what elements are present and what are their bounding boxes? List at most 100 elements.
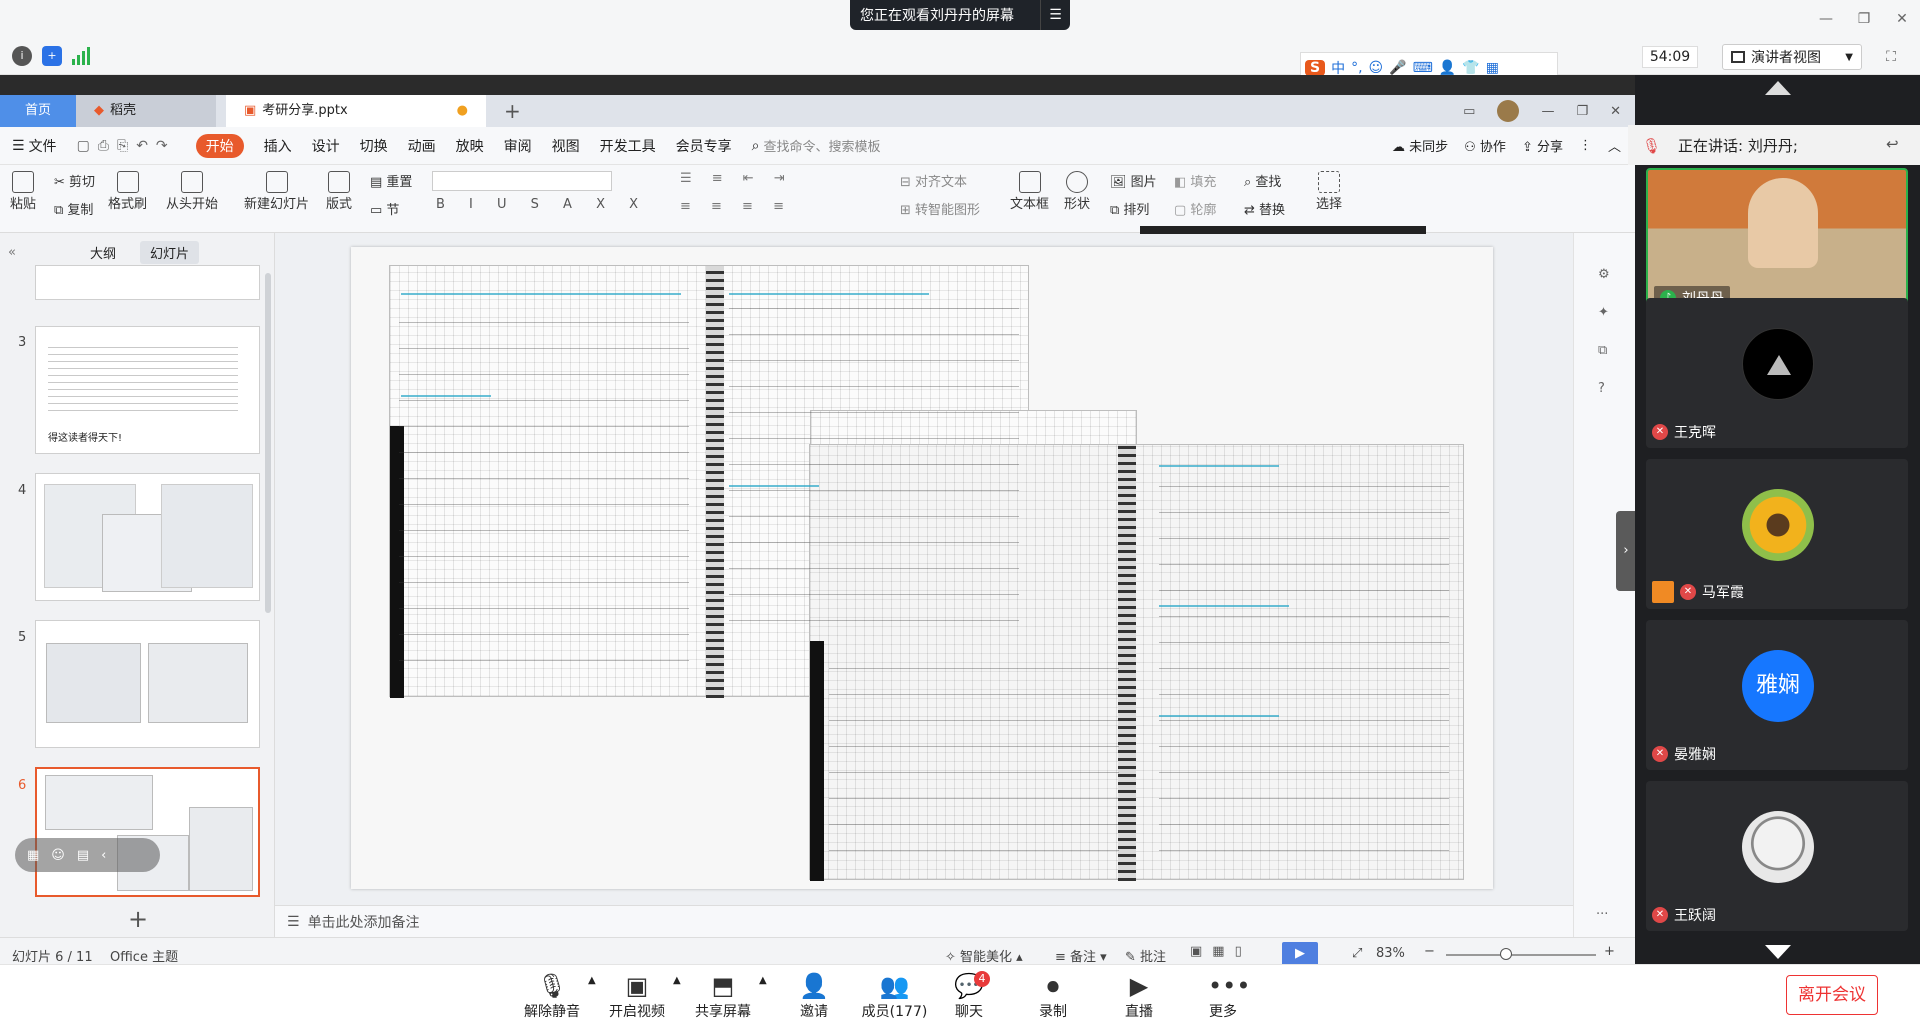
chat-button[interactable]: 💬 聊天 (934, 973, 1004, 1021)
menu-review[interactable]: 审阅 (504, 136, 532, 156)
font-style-buttons[interactable]: B I U S A X X (436, 197, 648, 212)
members-button[interactable]: 👥 成员(177) (857, 973, 932, 1021)
tab-document[interactable]: ▣ 考研分享.pptx ● (226, 95, 486, 127)
pin-icon[interactable]: ✦ (1598, 305, 1609, 320)
tab-daoke[interactable]: ◆ 稻壳 (76, 95, 216, 127)
menu-transition[interactable]: 切换 (360, 136, 388, 156)
shape-button[interactable]: 形状 (1064, 171, 1090, 212)
menu-developer[interactable]: 开发工具 (600, 136, 656, 156)
sync-status[interactable]: ☁ 未同步 (1392, 136, 1448, 155)
return-icon[interactable]: ↩ (1886, 135, 1899, 153)
slide-thumbnail-5[interactable] (35, 620, 260, 748)
text-box-button[interactable]: 文本框 (1010, 171, 1049, 212)
more-icon[interactable]: ··· (1596, 907, 1608, 922)
emoji-icon[interactable]: ☺ (1369, 60, 1384, 76)
live-button[interactable]: ▶ 直播 (1104, 973, 1174, 1021)
slide-thumbnail-3[interactable]: 得这读者得天下! (35, 326, 260, 454)
tab-home[interactable]: 首页 (0, 95, 76, 127)
find-button[interactable]: ⌕ 查找 (1244, 171, 1281, 190)
from-start-button[interactable]: 从头开始 (166, 171, 218, 212)
fill-button[interactable]: ◧ 填充 (1174, 171, 1216, 190)
panel-scrollbar[interactable] (265, 273, 271, 613)
menu-member[interactable]: 会员专享 (676, 136, 732, 156)
to-smartart-button[interactable]: ⊞ 转智能图形 (900, 199, 980, 218)
record-button[interactable]: ⏺ 录制 (1018, 973, 1088, 1021)
fit-icon[interactable]: ⤢ (1352, 946, 1362, 961)
menu-design[interactable]: 设计 (312, 136, 340, 156)
fullscreen-icon[interactable]: ⛶ (1880, 46, 1902, 68)
picture-button[interactable]: 🖼 图片 (1110, 171, 1157, 190)
paste-button[interactable]: 粘贴 (10, 171, 36, 212)
menu-start[interactable]: 开始 (195, 133, 244, 158)
menu-slideshow[interactable]: 放映 (456, 136, 484, 156)
tab-outline[interactable]: 大纲 (80, 241, 126, 264)
search-command[interactable]: ⌕ 查找命令、搜索模板 (752, 136, 881, 156)
chat-icon[interactable]: ▤ (77, 848, 89, 863)
collab-button[interactable]: ⚇ 协作 (1464, 136, 1506, 155)
minimize-icon[interactable]: — (1815, 8, 1837, 30)
menu-view[interactable]: 视图 (552, 136, 580, 156)
add-slide-button[interactable]: + (128, 905, 148, 933)
select-button[interactable]: 选择 (1316, 171, 1342, 212)
info-icon[interactable]: i (12, 46, 32, 66)
share-options-icon[interactable]: ▲ (759, 975, 767, 986)
replace-button[interactable]: ⇄ 替换 (1244, 199, 1285, 218)
cut-button[interactable]: ✂ 剪切 (54, 171, 95, 190)
new-tab-icon[interactable]: + (504, 99, 521, 123)
ime-punct[interactable]: °, (1351, 60, 1362, 76)
banner-menu-icon[interactable]: ☰ (1040, 0, 1070, 30)
wps-minimize-icon[interactable]: — (1541, 104, 1554, 119)
zoom-out-icon[interactable]: − (1424, 944, 1435, 959)
share-screen-button[interactable]: ⬒ 共享屏幕 (688, 973, 758, 1021)
play-slideshow-button[interactable]: ▶ (1282, 942, 1318, 966)
layout-button[interactable]: 版式 (326, 171, 352, 212)
wps-close-icon[interactable]: ✕ (1610, 104, 1621, 119)
copy-button[interactable]: ⧉ 复制 (54, 199, 93, 218)
tablet-icon[interactable]: ▭ (1463, 104, 1475, 119)
current-slide[interactable] (351, 247, 1493, 889)
menu-animation[interactable]: 动画 (408, 136, 436, 156)
mute-options-icon[interactable]: ▲ (588, 975, 596, 986)
shield-icon[interactable]: + (42, 46, 62, 66)
menu-insert[interactable]: 插入 (264, 136, 292, 156)
participant-tile-2[interactable]: ✕ 王克晖 (1646, 298, 1908, 448)
wps-restore-icon[interactable]: ❐ (1576, 104, 1588, 119)
grid-icon[interactable]: ▦ (1486, 60, 1499, 76)
zoom-level[interactable]: 83% (1376, 946, 1405, 961)
beautify-button[interactable]: ✧ 智能美化 ▴ (945, 946, 1023, 965)
user-icon[interactable]: 👤 (1439, 60, 1456, 76)
share-button[interactable]: ⇪ 分享 (1522, 136, 1563, 155)
start-video-button[interactable]: ▣ 开启视频 (602, 973, 672, 1021)
format-painter-button[interactable]: 格式刷 (108, 171, 147, 212)
font-family-select[interactable] (432, 171, 612, 191)
slide-thumbnail-2[interactable] (35, 265, 260, 300)
chevron-left-icon[interactable]: ‹ (101, 848, 106, 863)
voice-icon[interactable]: 🎤 (1389, 60, 1406, 76)
speaker-view-select[interactable]: 演讲者视图 ▼ (1722, 44, 1862, 70)
keyboard-icon[interactable]: ⌨ (1413, 60, 1433, 76)
section-button[interactable]: ▭ 节 (370, 199, 399, 218)
new-slide-button[interactable]: 新建幻灯片 (244, 171, 309, 212)
zoom-slider[interactable] (1446, 948, 1596, 960)
menu-file[interactable]: ☰ 文件 (12, 136, 57, 156)
participant-tile-3[interactable]: ✕ 马军霞 (1646, 459, 1908, 609)
close-icon[interactable]: ✕ (1891, 8, 1913, 30)
restore-icon[interactable]: ❐ (1853, 8, 1875, 30)
grid-icon[interactable]: ▦ (27, 848, 39, 863)
user-avatar[interactable] (1497, 100, 1520, 122)
help-icon[interactable]: ? (1598, 381, 1605, 396)
transition-icon[interactable]: ⧉ (1598, 343, 1607, 358)
skin-icon[interactable]: 👕 (1462, 60, 1479, 76)
notes-pane[interactable]: ☰ 单击此处添加备注 (275, 905, 1573, 937)
scroll-up-icon[interactable] (1765, 81, 1791, 95)
expand-panel-handle[interactable]: › (1616, 511, 1636, 591)
align-buttons[interactable]: ≡ ≡ ≡ ≡ (680, 199, 792, 214)
settings-sliders-icon[interactable]: ⚙ (1598, 267, 1610, 282)
align-text-button[interactable]: ⊟ 对齐文本 (900, 171, 967, 190)
zoom-in-icon[interactable]: + (1604, 944, 1615, 959)
participant-tile-4[interactable]: 雅娴 ✕ 晏雅娴 (1646, 620, 1908, 770)
tab-slides[interactable]: 幻灯片 (139, 241, 199, 264)
more-vert-icon[interactable]: ⋮ (1579, 138, 1592, 153)
invite-button[interactable]: 👤 邀请 (779, 973, 849, 1021)
slide-thumbnail-4[interactable] (35, 473, 260, 601)
